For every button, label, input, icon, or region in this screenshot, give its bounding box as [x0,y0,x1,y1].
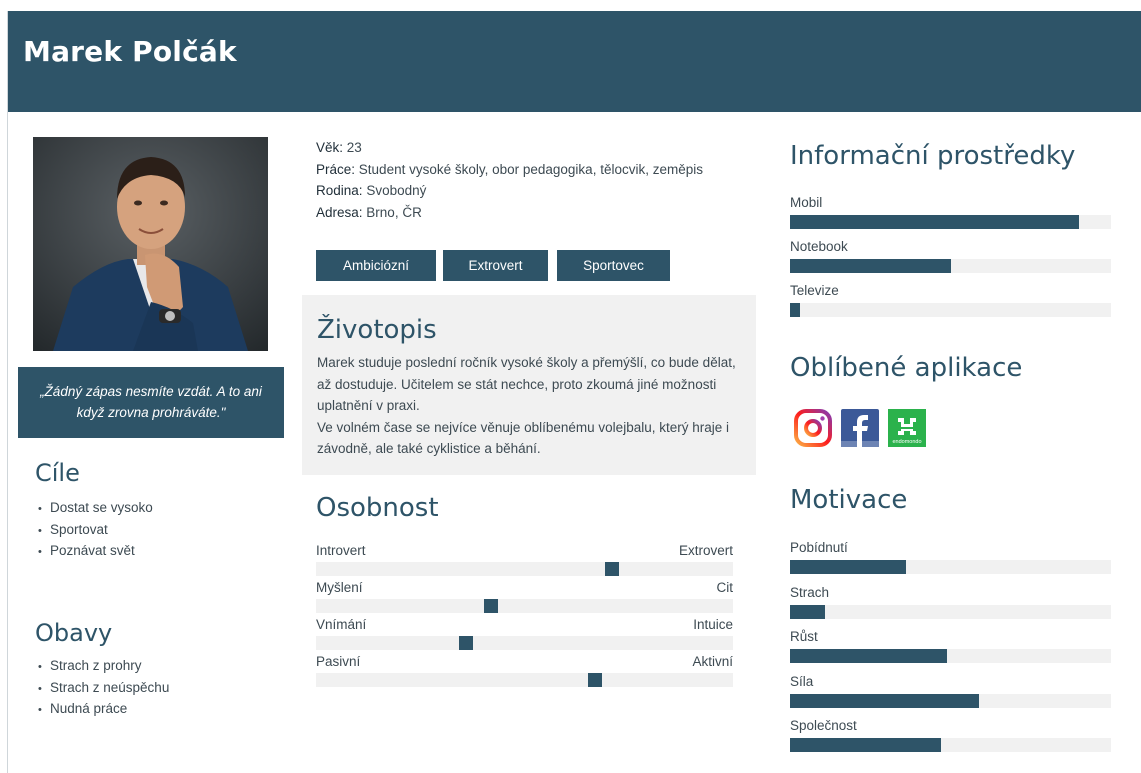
list-item: Nudná práce [38,698,169,720]
list-item: Sportovat [38,519,153,541]
list-item: Strach z prohry [38,655,169,677]
personality-scale: Pasivní Aktivní [316,654,733,690]
bar-fill [790,259,951,273]
persona-photo [33,137,268,351]
motivation-bar: Společnost [790,718,1111,754]
bar-label: Síla [790,673,814,689]
persona-card: Marek Polčák „Žádný zápas nesmíte vzdát.… [7,11,1141,773]
address-row: Adresa: Brno, ČR [316,202,703,224]
family-label: Rodina: [316,183,363,198]
persona-info: Věk: 23 Práce: Student vysoké školy, obo… [316,137,703,223]
scale-left-label: Vnímání [316,617,367,632]
bar-fill [790,738,941,752]
scale-right-label: Extrovert [678,543,733,558]
bio-section: Životopis Marek studuje poslední ročník … [302,295,756,475]
scale-right-label: Intuice [693,617,733,632]
motivation-bar: Strach [790,585,1111,621]
endomondo-icon: endomondo [888,409,926,447]
bar-fill [790,560,906,574]
media-title: Informační prostředky [790,141,1076,171]
scale-track [316,636,733,650]
scale-marker [588,673,603,687]
motivation-bar: Růst [790,629,1111,665]
scale-track [316,562,733,576]
address-label: Adresa: [316,204,363,220]
bar-fill [790,303,800,317]
scale-right-label: Aktivní [692,654,733,669]
age-label: Věk: [316,140,344,155]
work-value: Student vysoké školy, obor pedagogika, t… [358,161,703,177]
personality-title: Osobnost [316,493,439,523]
bar-fill [790,604,826,619]
bar-label: Mobil [790,195,823,210]
scale-marker [605,562,620,576]
scale-marker [484,599,499,613]
list-item: Dostat se vysoko [38,497,153,519]
facebook-icon [841,409,879,447]
media-bar: Notebook [790,239,1111,275]
bar-track [790,693,1111,708]
portrait-image [33,137,268,351]
media-bar: Mobil [790,195,1111,231]
bar-label: Notebook [790,239,848,254]
list-item: Strach z neúspěchu [38,677,169,699]
bar-fill [790,693,980,708]
fears-list: Strach z prohry Strach z neúspěchu Nudná… [38,655,169,720]
personality-scale: Vnímání Intuice [316,617,733,653]
address-value: Brno, ČR [366,204,422,220]
work-row: Práce: Student vysoké školy, obor pedago… [316,159,703,181]
bar-label: Televize [790,283,839,298]
bar-track [790,649,1111,663]
bar-track [790,560,1111,574]
endomondo-label: endomondo [892,439,921,445]
bar-label: Společnost [790,718,857,733]
tag-extrovert: Extrovert [443,250,548,281]
bar-label: Pobídnutí [790,540,848,555]
personality-scale: Introvert Extrovert [316,543,733,579]
bar-label: Růst [790,629,818,644]
bar-track [790,738,1111,752]
goals-title: Cíle [35,459,80,487]
quote-text: „Žádný zápas nesmíte vzdát. A to ani kdy… [40,384,262,420]
bar-track [790,303,1111,317]
motivation-bar: Pobídnutí [790,540,1111,576]
motivation-bar: Síla [790,674,1111,710]
age-row: Věk: 23 [316,137,703,159]
personality-scale: Myšlení Cit [316,580,733,616]
header-bar: Marek Polčák [8,11,1141,112]
goals-list: Dostat se vysoko Sportovat Poznávat svět [38,497,153,562]
scale-left-label: Myšlení [316,580,363,595]
scale-track [316,673,733,687]
scale-marker [459,636,474,650]
age-value: 23 [346,140,362,155]
media-bar: Televize [790,283,1111,319]
scale-track [316,599,733,613]
apps-title: Oblíbené aplikace [790,353,1023,383]
list-item: Poznávat svět [38,540,153,562]
persona-quote: „Žádný zápas nesmíte vzdát. A to ani kdy… [18,367,284,438]
bar-track [790,604,1111,619]
scale-right-label: Cit [716,580,734,595]
tag-ambitious: Ambiciózní [316,250,436,281]
bar-track [790,259,1111,273]
work-label: Práce: [316,161,356,177]
scale-left-label: Pasivní [316,654,361,669]
family-value: Svobodný [366,183,427,198]
fears-title: Obavy [35,619,113,647]
bio-title: Životopis [317,315,437,345]
bar-fill [790,649,948,663]
bar-track [790,215,1111,229]
motivation-title: Motivace [790,485,908,515]
bio-text: Marek studuje poslední ročník vysoké ško… [317,355,736,456]
favorite-apps: endomondo [794,409,926,447]
instagram-icon [794,409,832,447]
bar-label: Strach [790,584,830,600]
tag-athlete: Sportovec [557,250,670,281]
scale-left-label: Introvert [316,543,366,558]
bar-fill [790,215,1079,229]
persona-name: Marek Polčák [23,35,237,68]
family-row: Rodina: Svobodný [316,180,703,202]
